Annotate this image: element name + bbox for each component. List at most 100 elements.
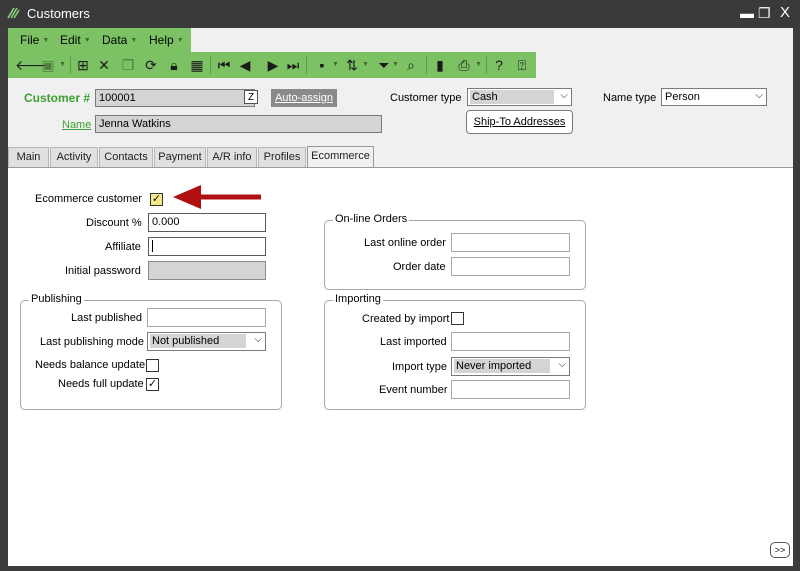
last-imported-label: Last imported (380, 336, 447, 348)
lock-icon[interactable]: 🔒︎ (165, 56, 183, 74)
last-online-order-label: Last online order (364, 237, 446, 249)
chevron-down-icon: ⌵ (755, 90, 763, 101)
copy-icon[interactable]: ❐ (119, 56, 137, 74)
initial-password-label: Initial password (65, 265, 141, 277)
sort-icon[interactable]: ⇅ (343, 56, 361, 74)
text-cursor (152, 240, 153, 252)
needs-full-update-label: Needs full update (58, 378, 144, 390)
chevron-down-icon: ⌵ (560, 90, 568, 101)
print-icon[interactable]: ⎙ (455, 56, 473, 74)
publishing-title: Publishing (29, 293, 84, 305)
importing-title: Importing (333, 293, 383, 305)
print-dropdown-icon[interactable]: ▼ (475, 61, 482, 68)
last-imported-field[interactable] (451, 332, 570, 351)
previous-record-icon[interactable]: ◀ (236, 56, 254, 74)
expand-button[interactable]: >> (770, 542, 790, 558)
app-logo-icon (7, 7, 20, 19)
toolbar-separator (426, 56, 427, 74)
discount-label: Discount % (86, 217, 142, 229)
toolbar: 🡐 ▣ ▼ ⊞ ✕ ❐ ⟳ 🔒︎ ▦ ⏮ ◀ ▶ ⏭ ▪ ▼ ⇅ ▼ ⏷ ▼ ⌕… (8, 52, 536, 78)
name-type-label: Name type (603, 92, 657, 104)
tab-ecommerce[interactable]: Ecommerce (307, 146, 374, 168)
menu-help[interactable]: Help ▼ (149, 33, 184, 47)
tab-profiles[interactable]: Profiles (258, 147, 306, 167)
tab-ar-info[interactable]: A/R info (207, 147, 257, 167)
restore-button[interactable]: ❐ (758, 5, 771, 21)
toolbar-separator (486, 56, 487, 74)
initial-password-field[interactable] (148, 261, 266, 280)
customer-number-field[interactable]: 100001 (95, 89, 255, 107)
toolbar-separator (306, 56, 307, 74)
created-by-import-checkbox[interactable] (451, 312, 464, 325)
last-publishing-mode-value: Not published (150, 334, 246, 348)
save-dropdown-icon[interactable]: ▼ (59, 61, 66, 68)
event-number-label: Event number (379, 384, 448, 396)
ecommerce-customer-label: Ecommerce customer (35, 193, 142, 205)
sort-dropdown-icon[interactable]: ▼ (362, 61, 369, 68)
event-number-field[interactable] (451, 380, 570, 399)
chevron-down-icon: ⌵ (558, 359, 566, 370)
filter-icon[interactable]: ⏷ (375, 56, 393, 74)
minimize-button[interactable]: ▬ (740, 5, 754, 21)
document-icon[interactable]: ▮ (431, 56, 449, 74)
menu-bar: File ▼ Edit ▼ Data ▼ Help ▼ (8, 28, 191, 52)
lookup-button[interactable]: Z (244, 90, 258, 104)
name-value: Jenna Watkins (99, 118, 171, 130)
customer-type-label: Customer type (390, 92, 462, 104)
customer-type-select[interactable]: Cash ⌵ (467, 88, 572, 106)
chevron-down-icon: ⌵ (254, 334, 262, 345)
menu-edit[interactable]: Edit ▼ (60, 33, 91, 47)
discount-field[interactable]: 0.000 (148, 213, 266, 232)
needs-balance-update-label: Needs balance update (35, 359, 146, 371)
delete-icon[interactable]: ✕ (95, 56, 113, 74)
tab-main[interactable]: Main (8, 147, 49, 167)
last-publishing-mode-select[interactable]: Not published ⌵ (147, 332, 266, 351)
save-icon[interactable]: ▣ (39, 56, 57, 74)
online-orders-title: On-line Orders (333, 213, 410, 225)
tab-activity[interactable]: Activity (50, 147, 98, 167)
back-icon[interactable]: 🡐 (15, 56, 53, 74)
filter-dropdown-icon[interactable]: ▼ (392, 61, 399, 68)
auto-assign-button[interactable]: Auto-assign (271, 89, 337, 107)
customer-type-value: Cash (470, 90, 554, 104)
menu-data[interactable]: Data ▼ (102, 33, 137, 47)
name-label: Name (62, 119, 92, 131)
new-record-icon[interactable]: ⊞ (74, 56, 92, 74)
window-body: File ▼ Edit ▼ Data ▼ Help ▼ 🡐 ▣ ▼ ⊞ ✕ ❐ ⟳ 🔒︎… (8, 28, 793, 566)
name-type-select[interactable]: Person ⌵ (661, 88, 767, 106)
last-published-label: Last published (71, 312, 142, 324)
customer-number-value: 100001 (99, 92, 136, 104)
import-type-value: Never imported (454, 359, 550, 373)
help-topic-icon[interactable]: ⍰ (513, 56, 531, 74)
needs-full-update-checkbox[interactable]: ✓ (146, 378, 159, 391)
import-type-select[interactable]: Never imported ⌵ (451, 357, 570, 376)
toolbar-separator (70, 56, 71, 74)
ship-to-addresses-button[interactable]: Ship-To Addresses (466, 110, 573, 134)
needs-balance-update-checkbox[interactable] (146, 359, 159, 372)
close-button[interactable]: X (780, 5, 790, 21)
bookmark-dropdown-icon[interactable]: ▼ (332, 61, 339, 68)
discount-value: 0.000 (152, 216, 180, 228)
next-record-icon[interactable]: ▶ (264, 56, 282, 74)
last-online-order-field[interactable] (451, 233, 570, 252)
tab-payment[interactable]: Payment (154, 147, 206, 167)
help-icon[interactable]: ? (490, 56, 508, 74)
last-published-field[interactable] (147, 308, 266, 327)
grid-view-icon[interactable]: ▦ (188, 56, 206, 74)
affiliate-field[interactable] (148, 237, 266, 256)
last-record-icon[interactable]: ⏭ (284, 56, 302, 74)
order-date-field[interactable] (451, 257, 570, 276)
ecommerce-customer-checkbox[interactable]: ✓ (150, 193, 163, 206)
window-title: Customers (27, 6, 90, 21)
search-icon[interactable]: ⌕ (402, 56, 420, 74)
online-orders-group: On-line Orders (324, 213, 586, 290)
name-field[interactable]: Jenna Watkins (95, 115, 382, 133)
bookmark-icon[interactable]: ▪ (313, 56, 331, 74)
tab-contacts[interactable]: Contacts (99, 147, 153, 167)
refresh-icon[interactable]: ⟳ (142, 56, 160, 74)
first-record-icon[interactable]: ⏮ (215, 56, 233, 74)
order-date-label: Order date (393, 261, 446, 273)
last-publishing-mode-label: Last publishing mode (40, 336, 144, 348)
red-arrow-icon (173, 185, 261, 209)
menu-file[interactable]: File ▼ (20, 33, 49, 47)
